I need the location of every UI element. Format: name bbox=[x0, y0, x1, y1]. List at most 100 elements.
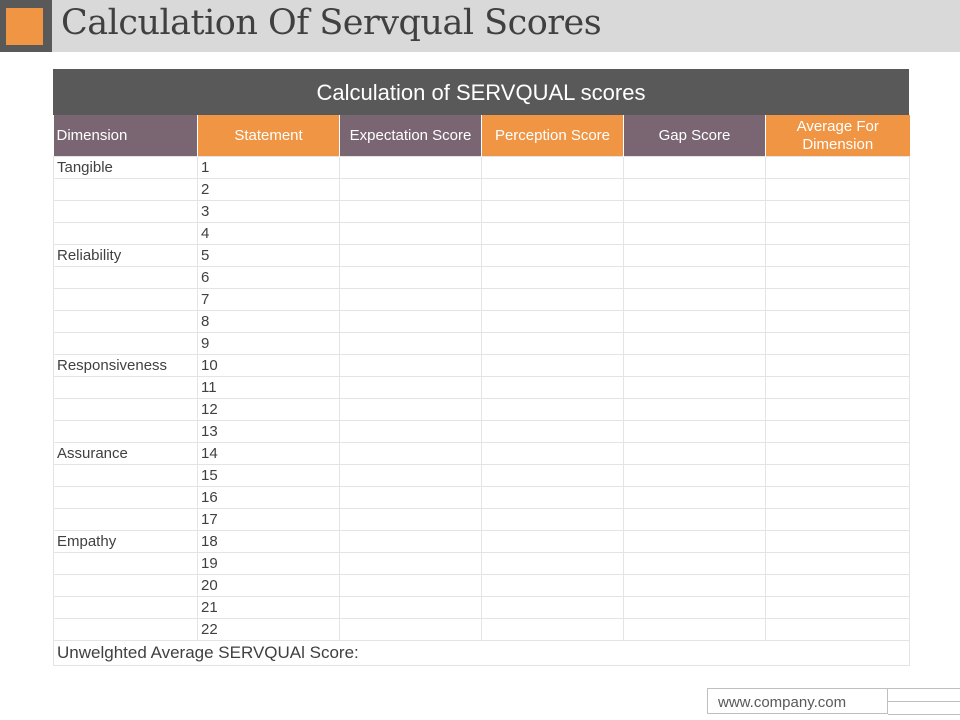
table-row: 9 bbox=[53, 332, 910, 355]
cell-expectation-score bbox=[339, 398, 482, 421]
title-accent-square bbox=[6, 8, 43, 45]
cell-statement: 7 bbox=[197, 288, 340, 311]
table-row: 7 bbox=[53, 288, 910, 311]
cell-average bbox=[765, 332, 910, 355]
footer-line-top bbox=[888, 688, 960, 689]
table-row: 19 bbox=[53, 552, 910, 575]
cell-statement: 13 bbox=[197, 420, 340, 443]
table-row: Responsiveness 10 bbox=[53, 354, 910, 377]
cell-dimension bbox=[53, 398, 198, 421]
cell-perception-score bbox=[481, 486, 624, 509]
servqual-table: Calculation of SERVQUAL scores Dimension… bbox=[53, 69, 910, 666]
cell-statement: 18 bbox=[197, 530, 340, 553]
header-average-for-dimension: Average For Dimension bbox=[765, 115, 910, 157]
cell-average bbox=[765, 376, 910, 399]
cell-statement: 20 bbox=[197, 574, 340, 597]
cell-gap-score bbox=[623, 442, 766, 465]
cell-dimension bbox=[53, 310, 198, 333]
cell-expectation-score bbox=[339, 200, 482, 223]
cell-statement: 9 bbox=[197, 332, 340, 355]
cell-gap-score bbox=[623, 222, 766, 245]
cell-expectation-score bbox=[339, 288, 482, 311]
cell-perception-score bbox=[481, 552, 624, 575]
cell-expectation-score bbox=[339, 354, 482, 377]
cell-dimension bbox=[53, 508, 198, 531]
cell-dimension: Reliability bbox=[53, 244, 198, 267]
cell-dimension bbox=[53, 420, 198, 443]
cell-expectation-score bbox=[339, 618, 482, 641]
cell-average bbox=[765, 420, 910, 443]
cell-statement: 17 bbox=[197, 508, 340, 531]
cell-average bbox=[765, 266, 910, 289]
cell-statement: 1 bbox=[197, 156, 340, 179]
cell-perception-score bbox=[481, 442, 624, 465]
page-title: Calculation Of Servqual Scores bbox=[61, 3, 602, 43]
cell-expectation-score bbox=[339, 156, 482, 179]
cell-perception-score bbox=[481, 508, 624, 531]
cell-average bbox=[765, 508, 910, 531]
footer-url: www.company.com bbox=[707, 688, 888, 714]
cell-expectation-score bbox=[339, 178, 482, 201]
table-caption: Calculation of SERVQUAL scores bbox=[53, 69, 909, 115]
cell-dimension: Tangible bbox=[53, 156, 198, 179]
cell-gap-score bbox=[623, 244, 766, 267]
cell-gap-score bbox=[623, 420, 766, 443]
cell-expectation-score bbox=[339, 266, 482, 289]
table-row: 17 bbox=[53, 508, 910, 531]
cell-expectation-score bbox=[339, 244, 482, 267]
cell-gap-score bbox=[623, 552, 766, 575]
cell-expectation-score bbox=[339, 332, 482, 355]
cell-perception-score bbox=[481, 596, 624, 619]
footer-line-mid bbox=[888, 701, 960, 702]
table-row: 2 bbox=[53, 178, 910, 201]
cell-statement: 19 bbox=[197, 552, 340, 575]
table-row: Tangible 1 bbox=[53, 156, 910, 179]
table-row: 15 bbox=[53, 464, 910, 487]
cell-dimension bbox=[53, 222, 198, 245]
cell-expectation-score bbox=[339, 442, 482, 465]
cell-perception-score bbox=[481, 332, 624, 355]
header-dimension: Dimension bbox=[53, 115, 198, 157]
cell-gap-score bbox=[623, 310, 766, 333]
cell-dimension bbox=[53, 464, 198, 487]
score-table: Dimension Statement Expectation Score Pe… bbox=[53, 115, 910, 666]
cell-expectation-score bbox=[339, 310, 482, 333]
cell-average bbox=[765, 530, 910, 553]
cell-gap-score bbox=[623, 508, 766, 531]
cell-statement: 4 bbox=[197, 222, 340, 245]
cell-gap-score bbox=[623, 486, 766, 509]
cell-perception-score bbox=[481, 222, 624, 245]
cell-average bbox=[765, 244, 910, 267]
table-row: 21 bbox=[53, 596, 910, 619]
table-row: 3 bbox=[53, 200, 910, 223]
table-row: 6 bbox=[53, 266, 910, 289]
cell-perception-score bbox=[481, 178, 624, 201]
cell-dimension bbox=[53, 596, 198, 619]
cell-gap-score bbox=[623, 398, 766, 421]
cell-gap-score bbox=[623, 618, 766, 641]
cell-gap-score bbox=[623, 530, 766, 553]
cell-perception-score bbox=[481, 156, 624, 179]
header-perception-score: Perception Score bbox=[481, 115, 624, 157]
table-row: 8 bbox=[53, 310, 910, 333]
cell-average bbox=[765, 574, 910, 597]
cell-gap-score bbox=[623, 288, 766, 311]
cell-gap-score bbox=[623, 596, 766, 619]
cell-perception-score bbox=[481, 354, 624, 377]
table-row: 4 bbox=[53, 222, 910, 245]
cell-expectation-score bbox=[339, 574, 482, 597]
header-gap-score: Gap Score bbox=[623, 115, 766, 157]
table-row: Reliability 5 bbox=[53, 244, 910, 267]
cell-statement: 12 bbox=[197, 398, 340, 421]
header-row: Dimension Statement Expectation Score Pe… bbox=[53, 115, 910, 157]
cell-gap-score bbox=[623, 200, 766, 223]
header-expectation-score: Expectation Score bbox=[339, 115, 482, 157]
table-row: 12 bbox=[53, 398, 910, 421]
cell-statement: 3 bbox=[197, 200, 340, 223]
cell-gap-score bbox=[623, 266, 766, 289]
cell-perception-score bbox=[481, 244, 624, 267]
cell-expectation-score bbox=[339, 486, 482, 509]
cell-gap-score bbox=[623, 464, 766, 487]
table-row: 20 bbox=[53, 574, 910, 597]
cell-dimension bbox=[53, 332, 198, 355]
